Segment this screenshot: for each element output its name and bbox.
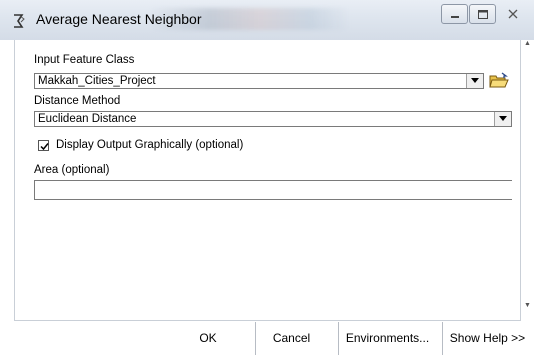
scroll-up-icon[interactable]: ▲ xyxy=(524,40,531,47)
window-title: Average Nearest Neighbor xyxy=(36,11,202,27)
show-help-button[interactable]: Show Help >> xyxy=(442,322,532,355)
area-label: Area (optional) xyxy=(34,164,110,176)
input-feature-class-dropdown[interactable]: Makkah_Cities_Project xyxy=(34,73,484,89)
minimize-icon xyxy=(451,16,459,18)
button-bar-separator xyxy=(14,320,521,321)
chevron-down-icon xyxy=(499,116,507,121)
cancel-button[interactable]: Cancel xyxy=(255,322,327,355)
distance-method-dropdown[interactable]: Euclidean Distance xyxy=(34,111,512,127)
close-icon xyxy=(508,9,518,19)
tool-icon xyxy=(12,13,26,29)
distance-method-value: Euclidean Distance xyxy=(38,113,137,125)
display-output-label: Display Output Graphically (optional) xyxy=(56,139,244,151)
frame-left-border xyxy=(14,40,15,320)
ok-button[interactable]: OK xyxy=(172,322,244,355)
chevron-down-icon xyxy=(471,78,479,83)
title-bar[interactable]: Average Nearest Neighbor xyxy=(0,0,534,40)
close-button[interactable] xyxy=(497,4,529,24)
input-feature-class-value: Makkah_Cities_Project xyxy=(38,75,156,87)
area-input[interactable] xyxy=(34,180,512,200)
frame-right-border xyxy=(520,40,521,320)
display-output-checkbox[interactable] xyxy=(38,140,49,151)
checkmark-icon xyxy=(40,143,49,151)
dropdown-arrow[interactable] xyxy=(466,74,483,88)
input-feature-class-label: Input Feature Class xyxy=(34,54,135,66)
maximize-button[interactable] xyxy=(469,4,496,24)
maximize-icon xyxy=(478,10,488,19)
open-folder-icon xyxy=(489,72,509,88)
browse-button[interactable] xyxy=(488,71,510,91)
minimize-button[interactable] xyxy=(441,4,468,24)
dropdown-arrow[interactable] xyxy=(494,112,511,126)
environments-button[interactable]: Environments... xyxy=(338,322,436,355)
distance-method-label: Distance Method xyxy=(34,95,121,107)
scroll-down-icon[interactable]: ▼ xyxy=(524,302,531,309)
